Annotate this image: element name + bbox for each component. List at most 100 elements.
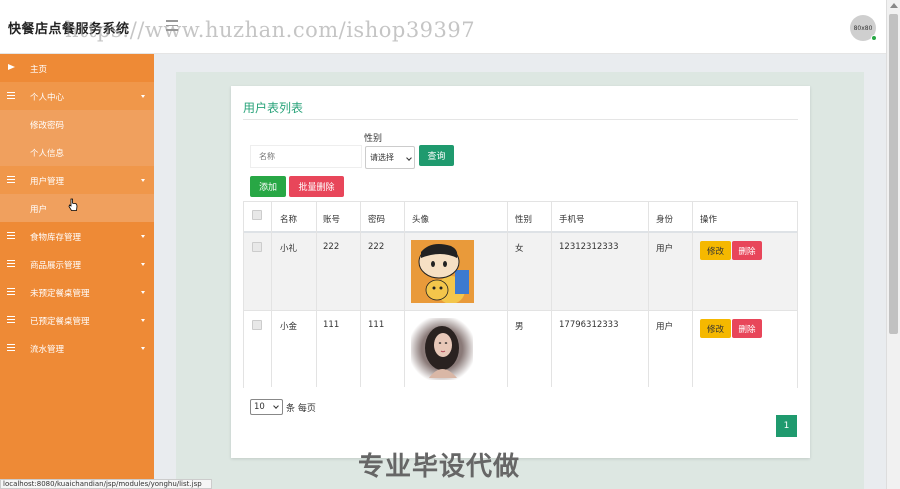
sidebar-item-home[interactable]: 主页 bbox=[0, 54, 154, 82]
sidebar-item-label: 个人信息 bbox=[30, 149, 65, 159]
header-gender: 性别 bbox=[515, 215, 533, 225]
cell-gender: 女 bbox=[515, 244, 524, 254]
gender-select-value: 请选择 bbox=[370, 153, 394, 162]
top-header: 快餐店点餐服务系统 https://www.huzhan.com/ishop39… bbox=[0, 0, 886, 54]
sidebar-item-label: 未预定餐桌管理 bbox=[30, 289, 90, 299]
sidebar-item-label: 修改密码 bbox=[30, 121, 65, 131]
cell-phone: 17796312333 bbox=[559, 320, 619, 330]
caret-down-icon bbox=[141, 347, 145, 350]
menu-toggle-icon[interactable] bbox=[166, 20, 178, 31]
caret-down-icon bbox=[141, 95, 145, 98]
cell-role: 用户 bbox=[656, 322, 674, 332]
scrollbar-thumb[interactable] bbox=[889, 14, 898, 334]
cell-gender: 男 bbox=[515, 322, 524, 332]
table-row: 小礼 222 222 女 12312312333 用户 修改 删除 bbox=[244, 233, 797, 311]
caret-down-icon bbox=[141, 263, 145, 266]
column-divider bbox=[404, 202, 405, 387]
cartoon-boy-photo bbox=[411, 240, 474, 303]
cell-account: 111 bbox=[323, 320, 340, 330]
gender-select[interactable]: 请选择 bbox=[365, 146, 415, 169]
flag-icon bbox=[8, 64, 15, 70]
user-list-card: 用户表列表 性别 请选择 查询 添加 批量删除 名称 账号 密码 头像 性别 手… bbox=[231, 86, 810, 458]
page-size-select[interactable]: 10 bbox=[250, 399, 283, 415]
row-checkbox[interactable] bbox=[252, 320, 262, 330]
cell-name: 小礼 bbox=[280, 244, 298, 254]
column-divider bbox=[507, 202, 508, 387]
row-checkbox[interactable] bbox=[252, 242, 262, 252]
page-button[interactable]: 1 bbox=[776, 415, 797, 437]
header-name: 名称 bbox=[280, 215, 298, 225]
gender-filter-label: 性别 bbox=[364, 134, 383, 144]
header-role: 身份 bbox=[656, 215, 674, 225]
grid-icon bbox=[7, 288, 15, 295]
caret-down-icon bbox=[141, 235, 145, 238]
table-header-row: 名称 账号 密码 头像 性别 手机号 身份 操作 bbox=[244, 202, 797, 233]
header-password: 密码 bbox=[368, 215, 386, 225]
batch-delete-button[interactable]: 批量删除 bbox=[289, 176, 344, 197]
sidebar-item-food-inventory[interactable]: 食物库存管理 bbox=[0, 222, 154, 250]
column-divider bbox=[316, 202, 317, 387]
sidebar-item-user-management[interactable]: 用户管理 bbox=[0, 166, 154, 194]
sidebar-item-label: 个人中心 bbox=[30, 93, 65, 103]
cell-role: 用户 bbox=[656, 244, 674, 254]
column-divider bbox=[551, 202, 552, 387]
user-table: 名称 账号 密码 头像 性别 手机号 身份 操作 小礼 222 222 女 12… bbox=[243, 201, 798, 388]
select-all-checkbox[interactable] bbox=[252, 210, 262, 220]
grid-icon bbox=[7, 232, 15, 239]
edit-button[interactable]: 修改 bbox=[700, 319, 731, 338]
title-divider bbox=[243, 119, 798, 120]
status-bar-url: localhost:8080/kuaichandian/jsp/modules/… bbox=[0, 479, 212, 489]
cell-phone: 12312312333 bbox=[559, 242, 619, 252]
sidebar-item-personal-center[interactable]: 个人中心 bbox=[0, 82, 154, 110]
column-divider bbox=[648, 202, 649, 387]
per-page-label: 条 每页 bbox=[286, 404, 316, 414]
woman-portrait-photo bbox=[411, 318, 473, 380]
grid-icon bbox=[7, 260, 15, 267]
chevron-down-icon bbox=[273, 403, 279, 409]
sidebar-item-unbooked-tables[interactable]: 未预定餐桌管理 bbox=[0, 278, 154, 306]
cell-password: 111 bbox=[368, 320, 385, 330]
column-divider bbox=[271, 202, 272, 387]
delete-button[interactable]: 删除 bbox=[732, 319, 762, 338]
delete-button[interactable]: 删除 bbox=[732, 241, 762, 260]
query-button[interactable]: 查询 bbox=[419, 145, 454, 166]
page-size-value: 10 bbox=[254, 402, 265, 412]
vertical-scrollbar[interactable] bbox=[886, 0, 900, 489]
column-divider bbox=[360, 202, 361, 387]
sidebar-item-product-display[interactable]: 商品展示管理 bbox=[0, 250, 154, 278]
sidebar-item-label: 食物库存管理 bbox=[30, 233, 82, 243]
name-search-input[interactable] bbox=[250, 145, 362, 168]
sidebar-item-label: 流水管理 bbox=[30, 345, 65, 355]
scroll-up-arrow-icon[interactable] bbox=[890, 3, 898, 8]
edit-button[interactable]: 修改 bbox=[700, 241, 731, 260]
cell-password: 222 bbox=[368, 242, 385, 252]
add-button[interactable]: 添加 bbox=[250, 176, 286, 197]
hand-cursor-icon bbox=[68, 198, 78, 211]
sidebar: 主页 个人中心 修改密码 个人信息 用户管理 用户 食物库存管理 商品展示管理 … bbox=[0, 54, 154, 489]
caret-down-icon bbox=[141, 179, 145, 182]
page-title: 用户表列表 bbox=[243, 101, 304, 115]
app-title: 快餐店点餐服务系统 bbox=[8, 22, 130, 37]
sidebar-item-label: 主页 bbox=[30, 65, 48, 75]
sidebar-item-booked-tables[interactable]: 已预定餐桌管理 bbox=[0, 306, 154, 334]
header-actions: 操作 bbox=[700, 215, 718, 225]
sidebar-item-label: 商品展示管理 bbox=[30, 261, 82, 271]
sidebar-item-transactions[interactable]: 流水管理 bbox=[0, 334, 154, 362]
cell-account: 222 bbox=[323, 242, 340, 252]
caption-overlay: 专业毕设代做 bbox=[358, 452, 521, 482]
header-phone: 手机号 bbox=[559, 215, 585, 225]
grid-icon bbox=[7, 316, 15, 323]
chevron-down-icon bbox=[406, 155, 412, 161]
header-account: 账号 bbox=[323, 215, 341, 225]
caret-down-icon bbox=[141, 291, 145, 294]
sidebar-item-change-password[interactable]: 修改密码 bbox=[0, 110, 154, 138]
sidebar-item-label: 用户管理 bbox=[30, 177, 65, 187]
online-status-dot bbox=[871, 35, 877, 41]
grid-icon bbox=[7, 176, 15, 183]
table-row: 小金 111 111 男 17796312333 用户 修改 删除 bbox=[244, 311, 797, 388]
cell-name: 小金 bbox=[280, 322, 298, 332]
caret-down-icon bbox=[141, 319, 145, 322]
header-avatar: 头像 bbox=[412, 215, 430, 225]
sidebar-item-personal-info[interactable]: 个人信息 bbox=[0, 138, 154, 166]
column-divider bbox=[692, 202, 693, 387]
